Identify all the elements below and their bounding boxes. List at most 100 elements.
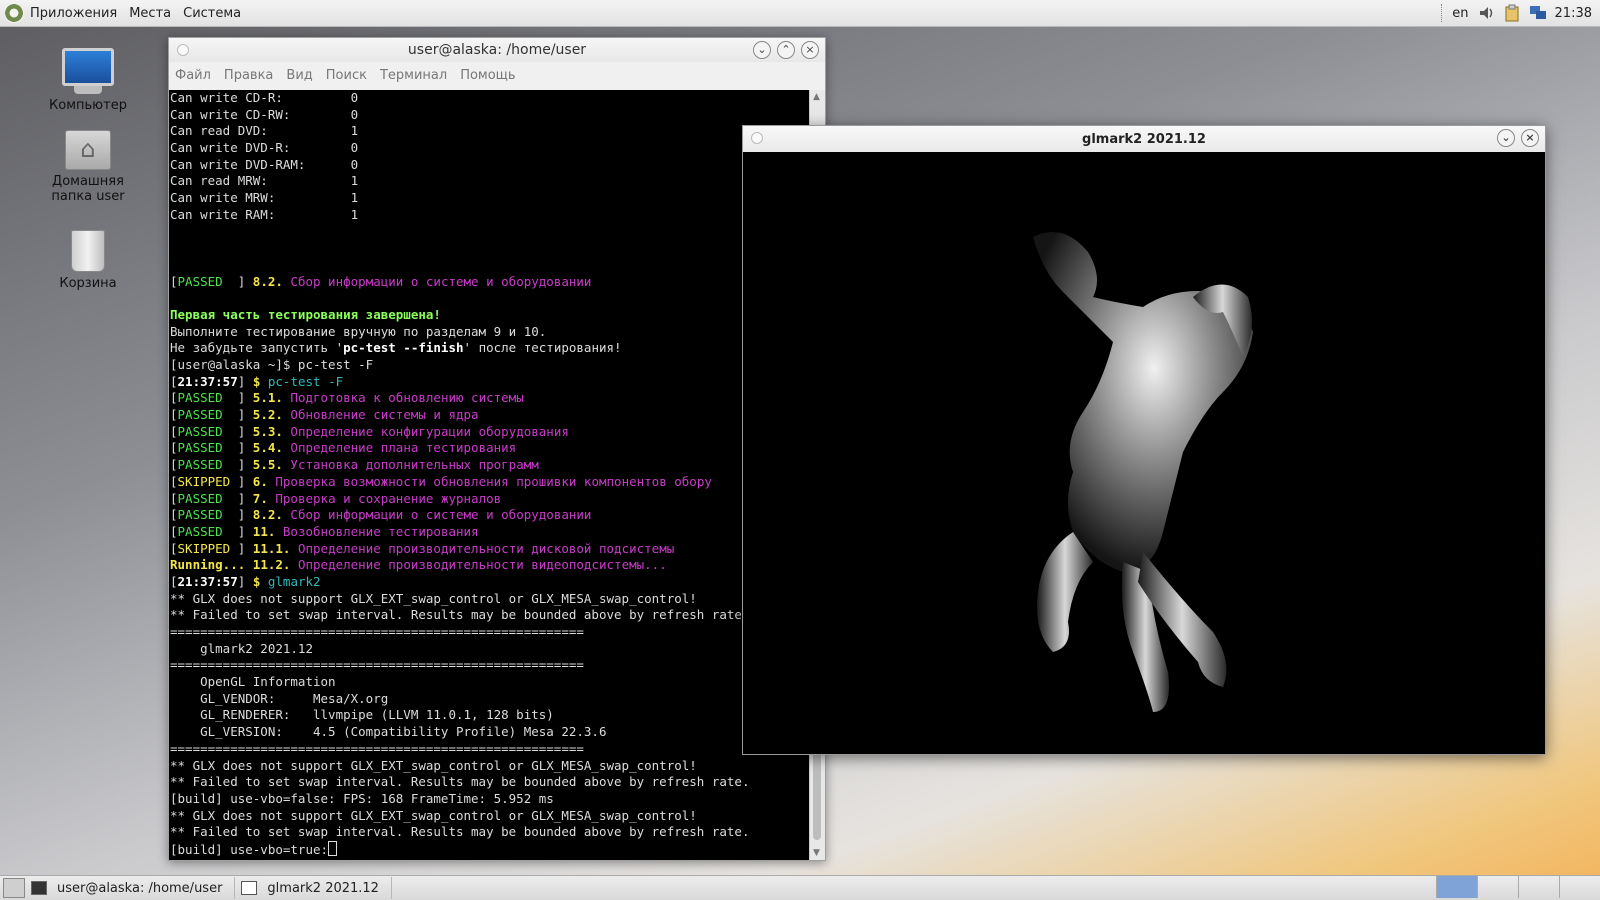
- terminal-text: ** Failed to set swap interval. Results …: [170, 824, 750, 840]
- terminal-line: GL_VENDOR: Mesa/X.org: [170, 691, 811, 708]
- terminal-text: 11.: [252, 523, 276, 539]
- terminal-window[interactable]: user@alaska: /home/user ⌄ ⌃ × Файл Правк…: [168, 37, 826, 861]
- desktop-icon-computer[interactable]: Компьютер: [28, 48, 148, 113]
- window-title: user@alaska: /home/user: [407, 42, 587, 58]
- desktop-icon-label: Компьютер: [49, 98, 127, 113]
- show-desktop-button[interactable]: [3, 878, 25, 898]
- desktop-icon-trash[interactable]: Корзина: [28, 230, 148, 291]
- terminal-line: [SKIPPED ] 11.1. Определение производите…: [170, 541, 811, 558]
- terminal-text: Сбор информации о системе и оборудовании: [282, 273, 592, 289]
- trash-icon: [71, 230, 105, 272]
- top-panel: Приложения Места Система en 21:38: [0, 0, 1600, 27]
- close-button[interactable]: ×: [801, 41, 819, 59]
- terminal-text: PASSED: [177, 523, 223, 539]
- terminal-text: Can write CD-R: 0: [170, 90, 359, 105]
- close-button[interactable]: ×: [1521, 129, 1539, 147]
- terminal-line: Первая часть тестирования завершена!: [170, 307, 811, 324]
- terminal-text: Can write CD-RW: 0: [170, 106, 359, 122]
- keyboard-layout-indicator[interactable]: en: [1452, 6, 1468, 21]
- terminal-text: SKIPPED: [177, 473, 231, 489]
- terminal-line: Can write CD-R: 0: [170, 90, 811, 107]
- taskbar-item-terminal[interactable]: user@alaska: /home/user: [25, 877, 236, 899]
- terminal-line: Can read DVD: 1: [170, 123, 811, 140]
- menu-search[interactable]: Поиск: [326, 68, 367, 83]
- terminal-text: ========================================…: [170, 624, 584, 639]
- terminal-text: [: [170, 473, 178, 489]
- terminal-output[interactable]: Can write CD-R: 0 Can write CD-RW: 0 Can r…: [169, 90, 811, 860]
- menu-file[interactable]: Файл: [175, 68, 211, 83]
- terminal-text: 5.2.: [252, 407, 283, 423]
- glmark-titlebar[interactable]: glmark2 2021.12 ⌄ ×: [743, 126, 1545, 152]
- terminal-line: Can write CD-RW: 0: [170, 107, 811, 124]
- terminal-text: ' после тестирования!: [463, 340, 622, 356]
- menu-help[interactable]: Помощь: [460, 68, 515, 83]
- menu-terminal[interactable]: Терминал: [380, 68, 447, 83]
- terminal-text: [: [170, 440, 178, 456]
- minimize-button[interactable]: ⌄: [753, 41, 771, 59]
- terminal-line: [PASSED ] 5.3. Определение конфигурации …: [170, 424, 811, 441]
- terminal-line: [21:37:57] $ glmark2: [170, 574, 811, 591]
- glmark-window[interactable]: glmark2 2021.12 ⌄ ×: [742, 125, 1546, 755]
- workspace-1[interactable]: [1436, 876, 1477, 898]
- terminal-line: ========================================…: [170, 624, 811, 641]
- menu-system[interactable]: Система: [183, 6, 241, 21]
- clock[interactable]: 21:38: [1555, 6, 1592, 21]
- terminal-text: [: [170, 373, 178, 389]
- workspace-2[interactable]: [1477, 876, 1518, 898]
- terminal-line: [PASSED ] 5.2. Обновление системы и ядра: [170, 407, 811, 424]
- distro-logo-icon[interactable]: [4, 3, 24, 23]
- terminal-text: Can write DVD-R: 0: [170, 140, 359, 156]
- window-menu-icon[interactable]: [751, 132, 763, 144]
- network-icon[interactable]: [1529, 4, 1547, 22]
- menu-edit[interactable]: Правка: [224, 68, 273, 83]
- clipboard-icon[interactable]: [1503, 4, 1521, 22]
- window-menu-icon[interactable]: [177, 44, 189, 56]
- terminal-line: Running... 11.2. Определение производите…: [170, 557, 811, 574]
- terminal-line: Can read MRW: 1: [170, 173, 811, 190]
- volume-icon[interactable]: [1477, 4, 1495, 22]
- maximize-button[interactable]: ⌃: [777, 41, 795, 59]
- desktop-icon-label: Корзина: [59, 276, 117, 291]
- workspace-switcher[interactable]: [1436, 876, 1600, 900]
- minimize-button[interactable]: ⌄: [1497, 129, 1515, 147]
- menu-view[interactable]: Вид: [286, 68, 312, 83]
- terminal-text: [: [170, 423, 178, 439]
- terminal-text: ========================================…: [170, 657, 584, 673]
- scroll-down-icon[interactable]: ▼: [813, 848, 820, 858]
- terminal-text: pc-test --finish: [343, 340, 464, 356]
- terminal-line: GL_VERSION: 4.5 (Compatibility Profile) …: [170, 724, 811, 741]
- terminal-text: PASSED: [177, 390, 223, 406]
- menu-applications[interactable]: Приложения: [30, 6, 117, 21]
- terminal-line: [build] use-vbo=false: FPS: 168 FrameTim…: [170, 791, 811, 808]
- taskbar-item-glmark[interactable]: glmark2 2021.12: [235, 877, 392, 899]
- system-tray: en 21:38: [1441, 0, 1592, 26]
- terminal-text: ]: [222, 273, 253, 289]
- desktop-icon-home[interactable]: Домашняя папка user: [28, 130, 148, 204]
- terminal-text: ]: [237, 373, 253, 389]
- terminal-text: [: [170, 490, 178, 506]
- terminal-line: OpenGL Information: [170, 674, 811, 691]
- workspace-4[interactable]: [1559, 876, 1600, 898]
- terminal-line: [PASSED ] 7. Проверка и сохранение журна…: [170, 491, 811, 508]
- terminal-text: 5.3.: [252, 423, 283, 439]
- scroll-up-icon[interactable]: ▲: [813, 92, 820, 102]
- terminal-text: 11.2.: [252, 557, 291, 573]
- terminal-line: [PASSED ] 11. Возобновление тестирования: [170, 524, 811, 541]
- terminal-text: 5.5.: [252, 457, 283, 473]
- menu-places[interactable]: Места: [129, 6, 171, 21]
- terminal-text: glmark2 2021.12: [170, 640, 313, 656]
- workspace-3[interactable]: [1518, 876, 1559, 898]
- tray-separator: [1441, 4, 1444, 22]
- terminal-text: ** GLX does not support GLX_EXT_swap_con…: [170, 590, 697, 606]
- terminal-line: ** GLX does not support GLX_EXT_swap_con…: [170, 808, 811, 825]
- terminal-line: Can write DVD-R: 0: [170, 140, 811, 157]
- terminal-text: PASSED: [177, 440, 223, 456]
- terminal-text: ]: [237, 573, 253, 589]
- terminal-cursor: [328, 840, 338, 856]
- terminal-text: Первая часть тестирования завершена!: [170, 306, 441, 322]
- terminal-text: OpenGL Information: [170, 674, 336, 690]
- terminal-titlebar[interactable]: user@alaska: /home/user ⌄ ⌃ ×: [169, 38, 825, 62]
